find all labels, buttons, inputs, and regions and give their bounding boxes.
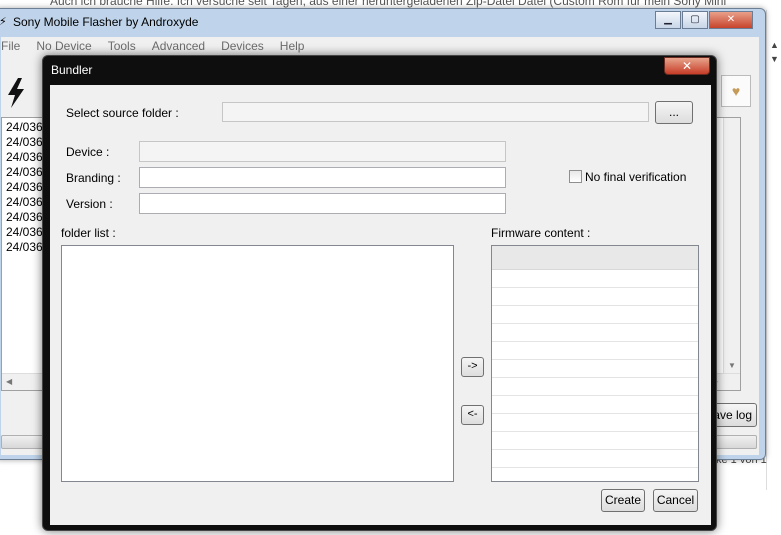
source-folder-field[interactable] bbox=[222, 102, 649, 122]
log-line: 24/036/ bbox=[6, 210, 47, 224]
main-window-title: Sony Mobile Flasher by Androxyde bbox=[13, 15, 199, 29]
scroll-down-arrow-icon[interactable]: ▼ bbox=[728, 361, 736, 370]
no-final-verification-checkbox[interactable] bbox=[569, 170, 582, 183]
app-icon: ⚡ bbox=[0, 16, 7, 28]
firmware-list-row[interactable] bbox=[492, 468, 698, 481]
log-line: 24/036/ bbox=[6, 225, 47, 239]
browse-button[interactable]: ... bbox=[655, 101, 693, 124]
menu-file[interactable]: File bbox=[1, 39, 20, 57]
version-label: Version : bbox=[66, 197, 113, 211]
minimize-button[interactable]: ▁ bbox=[655, 11, 681, 29]
firmware-content-label: Firmware content : bbox=[491, 226, 591, 240]
cancel-button[interactable]: Cancel bbox=[653, 489, 698, 512]
web-page-text: Auch ich brauche Hilfe: Ich versuche sei… bbox=[50, 0, 727, 8]
firmware-list-row[interactable] bbox=[492, 324, 698, 342]
close-icon: ✕ bbox=[681, 59, 693, 73]
main-window-caption-buttons: ▁ ▢ ✕ bbox=[654, 11, 753, 29]
branding-label: Branding : bbox=[66, 171, 121, 185]
firmware-list-row[interactable] bbox=[492, 342, 698, 360]
main-close-button[interactable]: ✕ bbox=[709, 11, 753, 29]
branding-field[interactable] bbox=[139, 167, 506, 188]
firmware-list-row[interactable] bbox=[492, 378, 698, 396]
dialog-body: Select source folder : ... Device : Bran… bbox=[50, 85, 711, 525]
firmware-list-row[interactable] bbox=[492, 450, 698, 468]
log-line: 24/036/ bbox=[6, 165, 47, 179]
log-line: 24/036/ bbox=[6, 240, 47, 254]
remove-from-firmware-button[interactable]: <- bbox=[461, 405, 484, 425]
dialog-title: Bundler bbox=[51, 63, 93, 77]
firmware-list-header bbox=[492, 246, 698, 270]
create-button[interactable]: Create bbox=[601, 489, 645, 512]
source-folder-label: Select source folder : bbox=[66, 106, 179, 120]
log-lines: 24/036/ 24/036/ 24/036/ 24/036/ 24/036/ … bbox=[6, 120, 46, 255]
scroll-left-arrow-icon[interactable]: ◀ bbox=[6, 377, 12, 386]
firmware-list-row[interactable] bbox=[492, 360, 698, 378]
log-vertical-scrollbar[interactable]: ▼ bbox=[723, 118, 740, 390]
no-final-verification-label: No final verification bbox=[585, 170, 687, 184]
bundler-dialog: Bundler ✕ Select source folder : ... Dev… bbox=[42, 55, 717, 531]
flash-icon[interactable] bbox=[5, 77, 27, 115]
folder-list-label: folder list : bbox=[61, 226, 116, 240]
web-page-right-edge: ▲ ▼ bbox=[766, 10, 781, 490]
scroll-down-icon[interactable]: ▼ bbox=[770, 54, 779, 64]
log-line: 24/036/ bbox=[6, 135, 47, 149]
heart-icon[interactable]: ♥ bbox=[721, 75, 751, 107]
device-field[interactable] bbox=[139, 141, 506, 162]
log-line: 24/036/ bbox=[6, 195, 47, 209]
log-line: 24/036/ bbox=[6, 180, 47, 194]
folder-list[interactable] bbox=[61, 245, 454, 482]
log-line: 24/036/ bbox=[6, 150, 47, 164]
firmware-list-row[interactable] bbox=[492, 270, 698, 288]
firmware-list-row[interactable] bbox=[492, 432, 698, 450]
firmware-content-list[interactable] bbox=[491, 245, 699, 482]
firmware-list-row[interactable] bbox=[492, 414, 698, 432]
maximize-button[interactable]: ▢ bbox=[682, 11, 708, 29]
firmware-list-row[interactable] bbox=[492, 396, 698, 414]
log-line: 24/036/ bbox=[6, 120, 47, 134]
dialog-close-button[interactable]: ✕ bbox=[664, 57, 710, 75]
firmware-list-row[interactable] bbox=[492, 306, 698, 324]
firmware-list-row[interactable] bbox=[492, 288, 698, 306]
add-to-firmware-button[interactable]: -> bbox=[461, 357, 484, 377]
device-label: Device : bbox=[66, 145, 110, 159]
scroll-up-icon[interactable]: ▲ bbox=[770, 40, 779, 50]
version-field[interactable] bbox=[139, 193, 506, 214]
